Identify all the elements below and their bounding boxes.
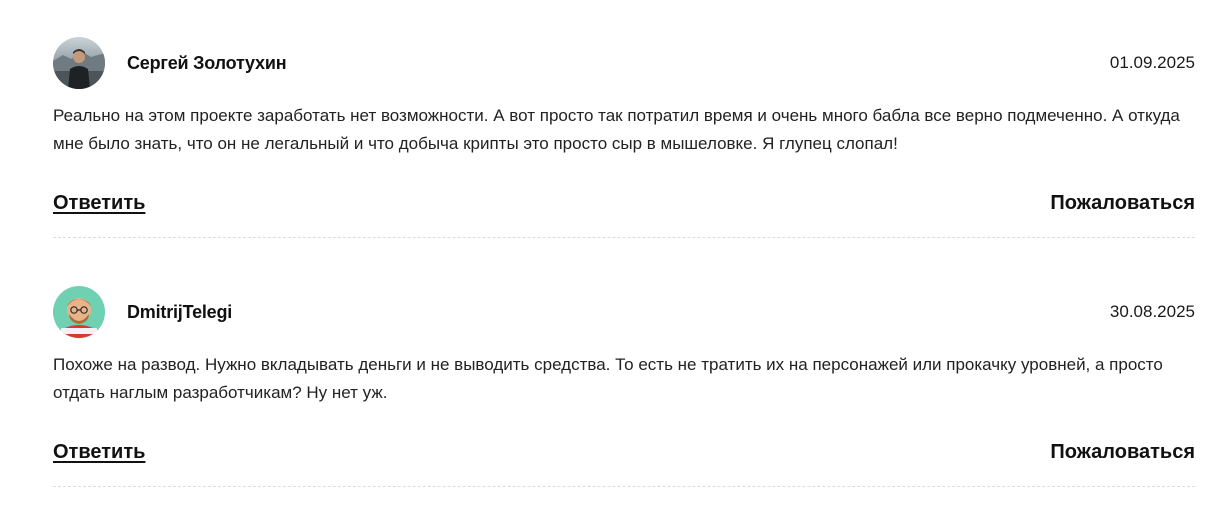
comment-date: 01.09.2025: [1109, 53, 1195, 72]
author-name: DmitrijTelegi: [127, 302, 233, 322]
comment-actions: Ответить Пожаловаться: [53, 441, 1195, 467]
report-link[interactable]: Пожаловаться: [1050, 441, 1195, 464]
author-name: Сергей Золотухин: [127, 53, 287, 73]
reply-link[interactable]: Ответить: [53, 441, 145, 464]
avatar: [53, 286, 105, 338]
comment-date: 30.08.2025: [1109, 302, 1195, 321]
comment-text: Реально на этом проекте заработать нет в…: [53, 106, 1180, 153]
reply-link[interactable]: Ответить: [53, 192, 145, 215]
divider: [53, 486, 1195, 487]
comment-item: Сергей Золотухин 01.09.2025 Реально на э…: [53, 36, 1195, 238]
comment-text: Похоже на развод. Нужно вкладывать деньг…: [53, 355, 1163, 402]
report-link[interactable]: Пожаловаться: [1050, 192, 1195, 215]
comment-header: DmitrijTelegi 30.08.2025: [53, 285, 1195, 339]
divider: [53, 237, 1195, 238]
avatar: [53, 37, 105, 89]
comment-item: DmitrijTelegi 30.08.2025 Похоже на разво…: [53, 285, 1195, 487]
comment-header: Сергей Золотухин 01.09.2025: [53, 36, 1195, 90]
comment-actions: Ответить Пожаловаться: [53, 192, 1195, 218]
